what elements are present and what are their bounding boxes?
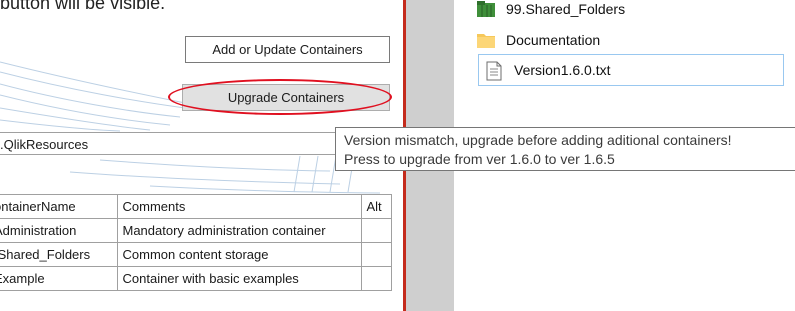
table-row[interactable]: .Shared_Folders Common content storage (0, 242, 392, 267)
list-item[interactable]: Version1.6.0.txt (478, 54, 784, 86)
text-file-icon (484, 61, 504, 81)
table-row[interactable]: Administration Mandatory administration … (0, 218, 392, 243)
container-comment-cell[interactable]: Container with basic examples (116, 266, 362, 291)
container-comment-cell[interactable]: Common content storage (116, 242, 362, 267)
add-update-containers-button[interactable]: Add or Update Containers (185, 36, 390, 63)
item-name: 99.Shared_Folders (506, 1, 626, 17)
container-name-cell[interactable]: Example (0, 266, 118, 291)
container-alt-cell[interactable] (360, 242, 392, 267)
table-row[interactable]: Example Container with basic examples (0, 266, 392, 291)
container-alt-cell[interactable] (360, 266, 392, 291)
item-name: Documentation (506, 32, 601, 48)
tooltip-line-1: Version mismatch, upgrade before adding … (344, 132, 732, 148)
column-header-container-name[interactable]: ontainerName (0, 194, 118, 219)
container-alt-cell[interactable] (360, 218, 392, 243)
column-header-alt[interactable]: Alt (360, 194, 392, 219)
container-name-cell[interactable]: Administration (0, 218, 118, 243)
container-name-cell[interactable]: .Shared_Folders (0, 242, 118, 267)
upgrade-tooltip: Version mismatch, upgrade before adding … (335, 127, 795, 171)
folder-icon (476, 31, 496, 49)
red-highlight-oval (168, 79, 392, 115)
item-name: Version1.6.0.txt (514, 62, 611, 78)
folder-green-icon (476, 0, 496, 18)
list-item[interactable]: Documentation (476, 28, 600, 52)
containers-grid: ontainerName Comments Alt Administration… (0, 194, 392, 291)
column-header-comments[interactable]: Comments (116, 194, 362, 219)
container-comment-cell[interactable]: Mandatory administration container (116, 218, 362, 243)
grid-header-row: ontainerName Comments Alt (0, 194, 392, 219)
list-item[interactable]: 99.Shared_Folders (476, 0, 625, 21)
tooltip-line-2: Press to upgrade from ver 1.6.0 to ver 1… (344, 151, 615, 167)
